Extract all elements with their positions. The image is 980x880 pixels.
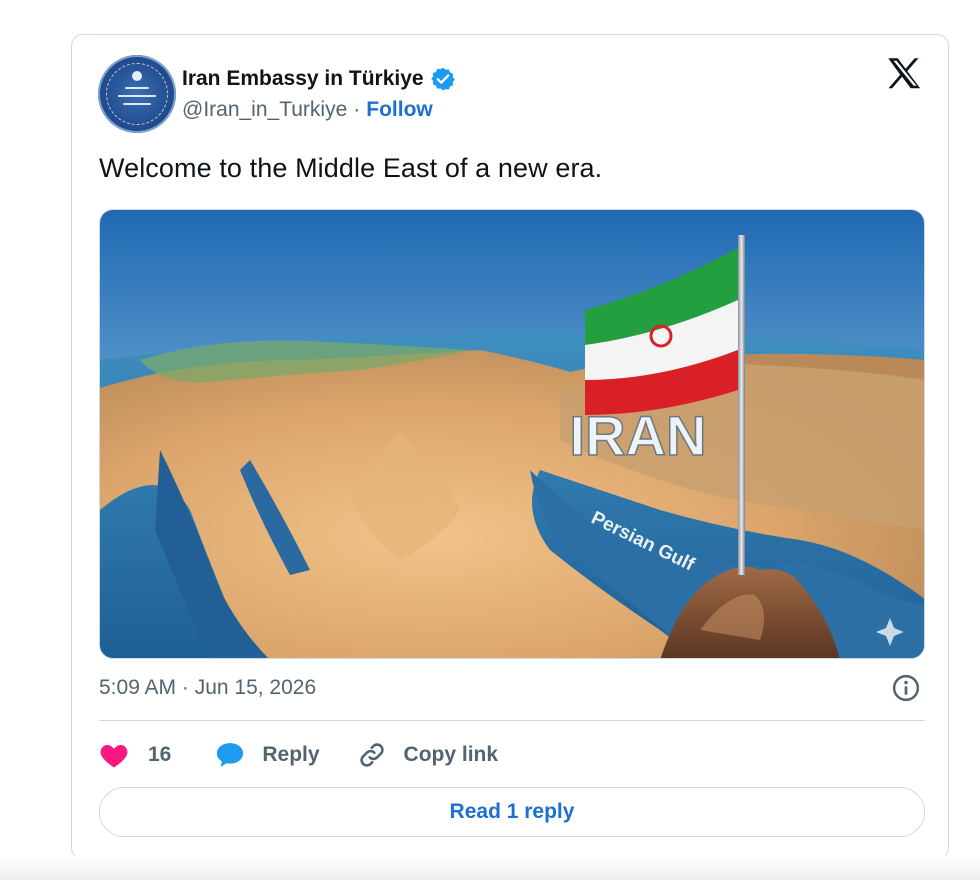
author-handle-row: @Iran_in_Turkiye · Follow — [182, 98, 433, 122]
reply-label: Reply — [262, 743, 320, 766]
like-count: 16 — [148, 743, 172, 766]
avatar[interactable] — [98, 55, 176, 133]
x-logo-icon[interactable] — [886, 57, 924, 91]
divider — [99, 720, 925, 721]
speech-bubble-icon — [217, 743, 244, 767]
read-replies-button[interactable]: Read 1 reply — [99, 787, 925, 837]
tweet-timestamp[interactable]: 5:09 AM · Jun 15, 2026 — [99, 676, 316, 700]
page-bottom-shade — [0, 856, 980, 880]
tweet-text: Welcome to the Middle East of a new era. — [99, 153, 603, 183]
tweet-media-image[interactable]: IRAN Persian Gulf — [99, 209, 925, 659]
author-display-name[interactable]: Iran Embassy in Türkiye — [182, 67, 424, 91]
media-overlay-title: IRAN — [570, 404, 707, 467]
link-icon — [359, 743, 384, 767]
info-icon[interactable] — [891, 673, 921, 703]
copy-link-label: Copy link — [403, 743, 499, 766]
author-name-row: Iran Embassy in Türkiye — [182, 64, 456, 94]
handle-separator: · — [353, 98, 361, 121]
follow-button[interactable]: Follow — [366, 98, 433, 122]
author-handle[interactable]: @Iran_in_Turkiye — [182, 98, 347, 122]
tweet-card: Iran Embassy in Türkiye @Iran_in_Turkiye… — [71, 34, 949, 860]
copy-link-button[interactable]: Copy link — [357, 741, 499, 769]
reply-button[interactable]: Reply — [215, 741, 320, 769]
heart-icon — [100, 745, 128, 768]
verified-badge-icon — [430, 67, 455, 91]
tweet-actions: 16 Reply Copy link — [99, 737, 498, 773]
like-button[interactable]: 16 — [99, 741, 171, 769]
